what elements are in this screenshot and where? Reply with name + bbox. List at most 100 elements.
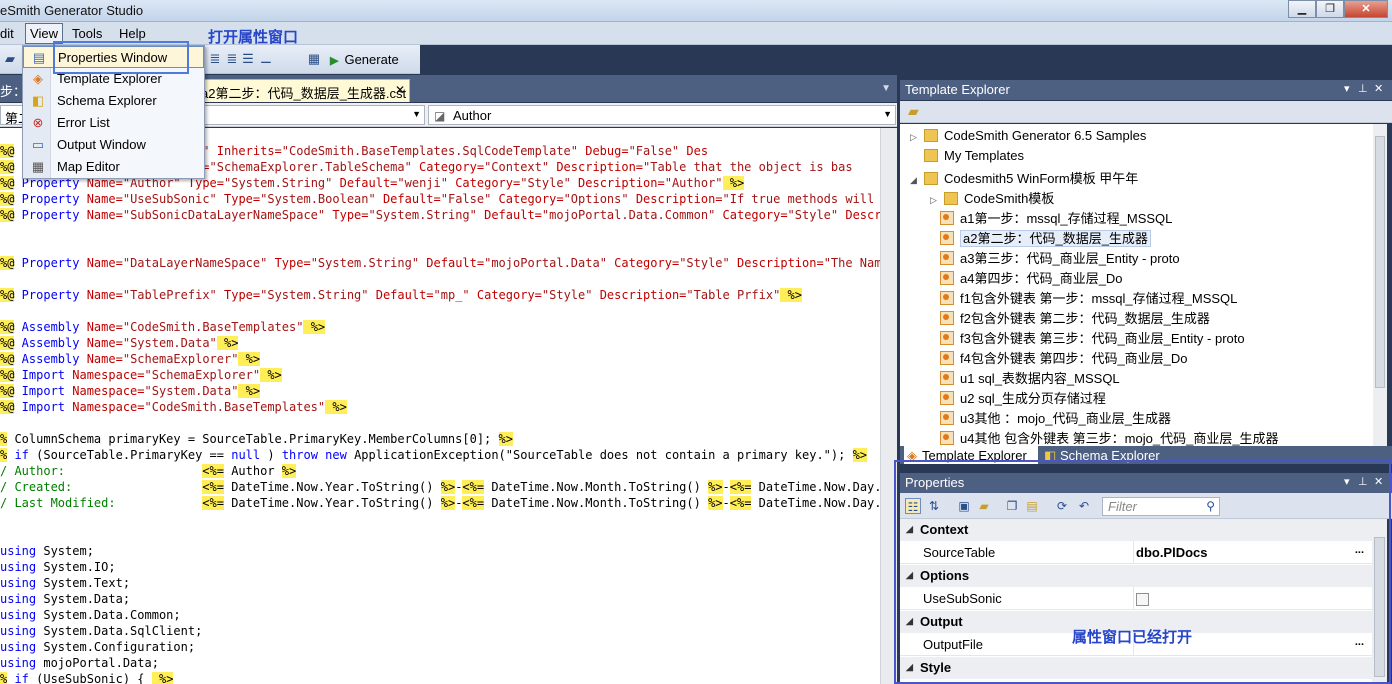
tree-file[interactable]: u2 sql_生成分页存储过程 [940, 388, 1106, 407]
outdent-icon[interactable]: ≣ [224, 51, 240, 67]
category-style[interactable]: ◢ Style [900, 657, 1372, 679]
code-token: "SchemaExplorer" [122, 352, 239, 366]
copy-icon[interactable]: ❐ [1004, 498, 1020, 514]
tree-node-label: f1包含外键表 第一步：mssql_存储过程_MSSQL [960, 291, 1238, 306]
restore-icon[interactable]: ❐ [1316, 0, 1344, 18]
menu-help[interactable]: Help [119, 26, 146, 41]
minimize-icon[interactable]: ▁ [1288, 0, 1316, 18]
generate-button[interactable]: ▶ Generate [330, 52, 399, 67]
menu-item-error-list[interactable]: ⊗ Error List [23, 112, 204, 134]
scrollbar-thumb[interactable] [1374, 537, 1385, 677]
panel-dropdown-icon[interactable]: ▾ [1344, 82, 1350, 95]
tree-file[interactable]: a2第二步：代码_数据层_生成器 [940, 228, 1151, 247]
tree-scrollbar[interactable] [1373, 124, 1387, 446]
refresh-icon[interactable]: ⟳ [1054, 498, 1070, 514]
tree-folder[interactable]: ◢ Codesmith5 WinForm模板 甲午年 [910, 168, 1138, 187]
editor-vertical-scrollbar[interactable] [880, 128, 897, 684]
code-token: Default= [476, 208, 542, 222]
member-selector[interactable]: ◪ Author ▼ [428, 105, 896, 125]
open-icon[interactable]: ▰ [976, 498, 992, 514]
search-icon: ⚲ [1206, 499, 1215, 513]
code-token: "Table that the object is bas [643, 160, 853, 174]
expand-icon[interactable]: ◢ [910, 175, 924, 186]
tab-schema-explorer[interactable]: ◧ Schema Explorer [1042, 446, 1160, 464]
menu-item-map-editor[interactable]: ▦ Map Editor [23, 156, 204, 178]
code-token: %> [440, 496, 456, 510]
close-icon[interactable]: ✕ [1374, 82, 1383, 95]
code-token: Category= [447, 176, 521, 190]
property-value[interactable]: dbo.PlDocs [1136, 545, 1208, 560]
browse-button[interactable]: ... [1355, 636, 1364, 648]
tree-file[interactable]: f2包含外键表 第二步：代码_数据层_生成器 [940, 308, 1210, 327]
category-options[interactable]: ◢ Options [900, 565, 1372, 587]
code-line: %@ Property Name="UseSubSonic" Type="Sys… [0, 192, 880, 206]
expand-icon[interactable]: ▷ [930, 195, 944, 206]
tree-file[interactable]: a4第四步：代码_商业层_Do [940, 268, 1123, 287]
tab-list-icon[interactable]: ▼ [881, 83, 891, 94]
menu-item-output-window[interactable]: ▭ Output Window [23, 134, 204, 156]
code-token: using [0, 656, 37, 670]
output-window-icon: ▭ [31, 137, 45, 152]
uncomment-icon[interactable]: ⚊ [258, 51, 274, 67]
browse-button[interactable]: ... [1355, 544, 1364, 556]
tree-file[interactable]: f3包含外键表 第三步：代码_商业层_Entity - proto [940, 328, 1245, 347]
close-tab-icon[interactable]: ✕ [395, 83, 405, 97]
code-token: DateTime.Now.Year.ToString() [223, 496, 441, 510]
property-row-sourcetable[interactable]: SourceTable dbo.PlDocs ... [900, 541, 1372, 564]
paste-icon[interactable]: ▤ [1024, 498, 1040, 514]
usesubsonic-checkbox[interactable] [1136, 593, 1149, 606]
build-icon[interactable]: ▦ [306, 51, 322, 67]
undo-icon[interactable]: ↶ [1076, 498, 1092, 514]
tree-folder[interactable]: ▷ CodeSmith模板 [930, 188, 1054, 207]
alphabetical-icon[interactable]: ⇅ [926, 498, 942, 514]
save-icon[interactable]: ▣ [956, 498, 972, 514]
code-line: using System; [0, 544, 94, 558]
code-editor[interactable]: %@ TargetLanguage="C#" Src="" Inherits="… [0, 128, 880, 684]
panel-dropdown-icon[interactable]: ▾ [1344, 475, 1350, 488]
tree-file[interactable]: a1第一步：mssql_存储过程_MSSQL [940, 208, 1172, 227]
code-line: using System.Configuration; [0, 640, 195, 654]
expand-icon[interactable]: ▷ [910, 132, 924, 143]
code-token: ApplicationException("SourceTable does n… [346, 448, 853, 462]
code-token: "SubSonicDataLayerNameSpace" [122, 208, 326, 222]
code-token: Author [223, 464, 282, 478]
scrollbar-thumb[interactable] [1375, 136, 1385, 388]
tree-node-label: u2 sql_生成分页存储过程 [960, 391, 1106, 406]
close-icon[interactable]: ✕ [1374, 475, 1383, 488]
tab-template-explorer[interactable]: ◈ Template Explorer [904, 446, 1038, 464]
code-line: %@ Import Namespace="SchemaExplorer" %> [0, 368, 282, 382]
close-icon[interactable]: ✕ [1344, 0, 1388, 18]
open-folder-icon[interactable]: ▰ [908, 103, 919, 120]
indent-icon[interactable]: ≣ [207, 51, 223, 67]
property-row-usesubsonic[interactable]: UseSubSonic [900, 587, 1372, 610]
tree-file[interactable]: a3第三步：代码_商业层_Entity - proto [940, 248, 1180, 267]
property-grid: ◢ Context SourceTable dbo.PlDocs ... ◢ Opt… [900, 519, 1372, 684]
code-token: %> [151, 672, 174, 684]
play-icon: ▶ [330, 55, 339, 67]
tree-file[interactable]: u3其他 ：mojo_代码_商业层_生成器 [940, 408, 1171, 427]
tree-file[interactable]: f4包含外键表 第四步：代码_商业层_Do [940, 348, 1188, 367]
categorized-icon[interactable]: ☷ [905, 498, 921, 514]
properties-scrollbar[interactable] [1372, 519, 1387, 684]
tab-template-file[interactable]: a2第二步：代码_数据层_生成器.cst ✕ [196, 79, 410, 102]
menu-item-schema-explorer[interactable]: ◧ Schema Explorer [23, 90, 204, 112]
tree-file[interactable]: u1 sql_表数据内容_MSSQL [940, 368, 1120, 387]
schema-explorer-icon: ◧ [31, 93, 45, 108]
tree-folder[interactable]: My Templates [910, 148, 1024, 163]
code-token: Default= [368, 288, 434, 302]
menu-tools[interactable]: Tools [72, 26, 102, 41]
open-folder-icon[interactable]: ▰ [2, 51, 18, 67]
menu-edit[interactable]: dit [0, 26, 14, 41]
tree-file[interactable]: f1包含外键表 第一步：mssql_存储过程_MSSQL [940, 288, 1237, 307]
tree-file[interactable]: u4其他 包含外键表 第三步：mojo_代码_商业层_生成器 [940, 428, 1279, 446]
category-context[interactable]: ◢ Context [900, 519, 1372, 541]
code-token: null [231, 448, 261, 462]
menu-item-label: Output Window [57, 137, 146, 152]
filter-input[interactable]: Filter ⚲ [1102, 497, 1220, 516]
tree-folder[interactable]: ▷ CodeSmith Generator 6.5 Samples [910, 128, 1146, 143]
pin-icon[interactable]: ⊥ [1358, 475, 1368, 488]
pin-icon[interactable]: ⊥ [1358, 82, 1368, 95]
code-token: %@ [0, 336, 15, 350]
template-file-icon [940, 371, 954, 385]
comment-icon[interactable]: ☰ [240, 51, 256, 67]
